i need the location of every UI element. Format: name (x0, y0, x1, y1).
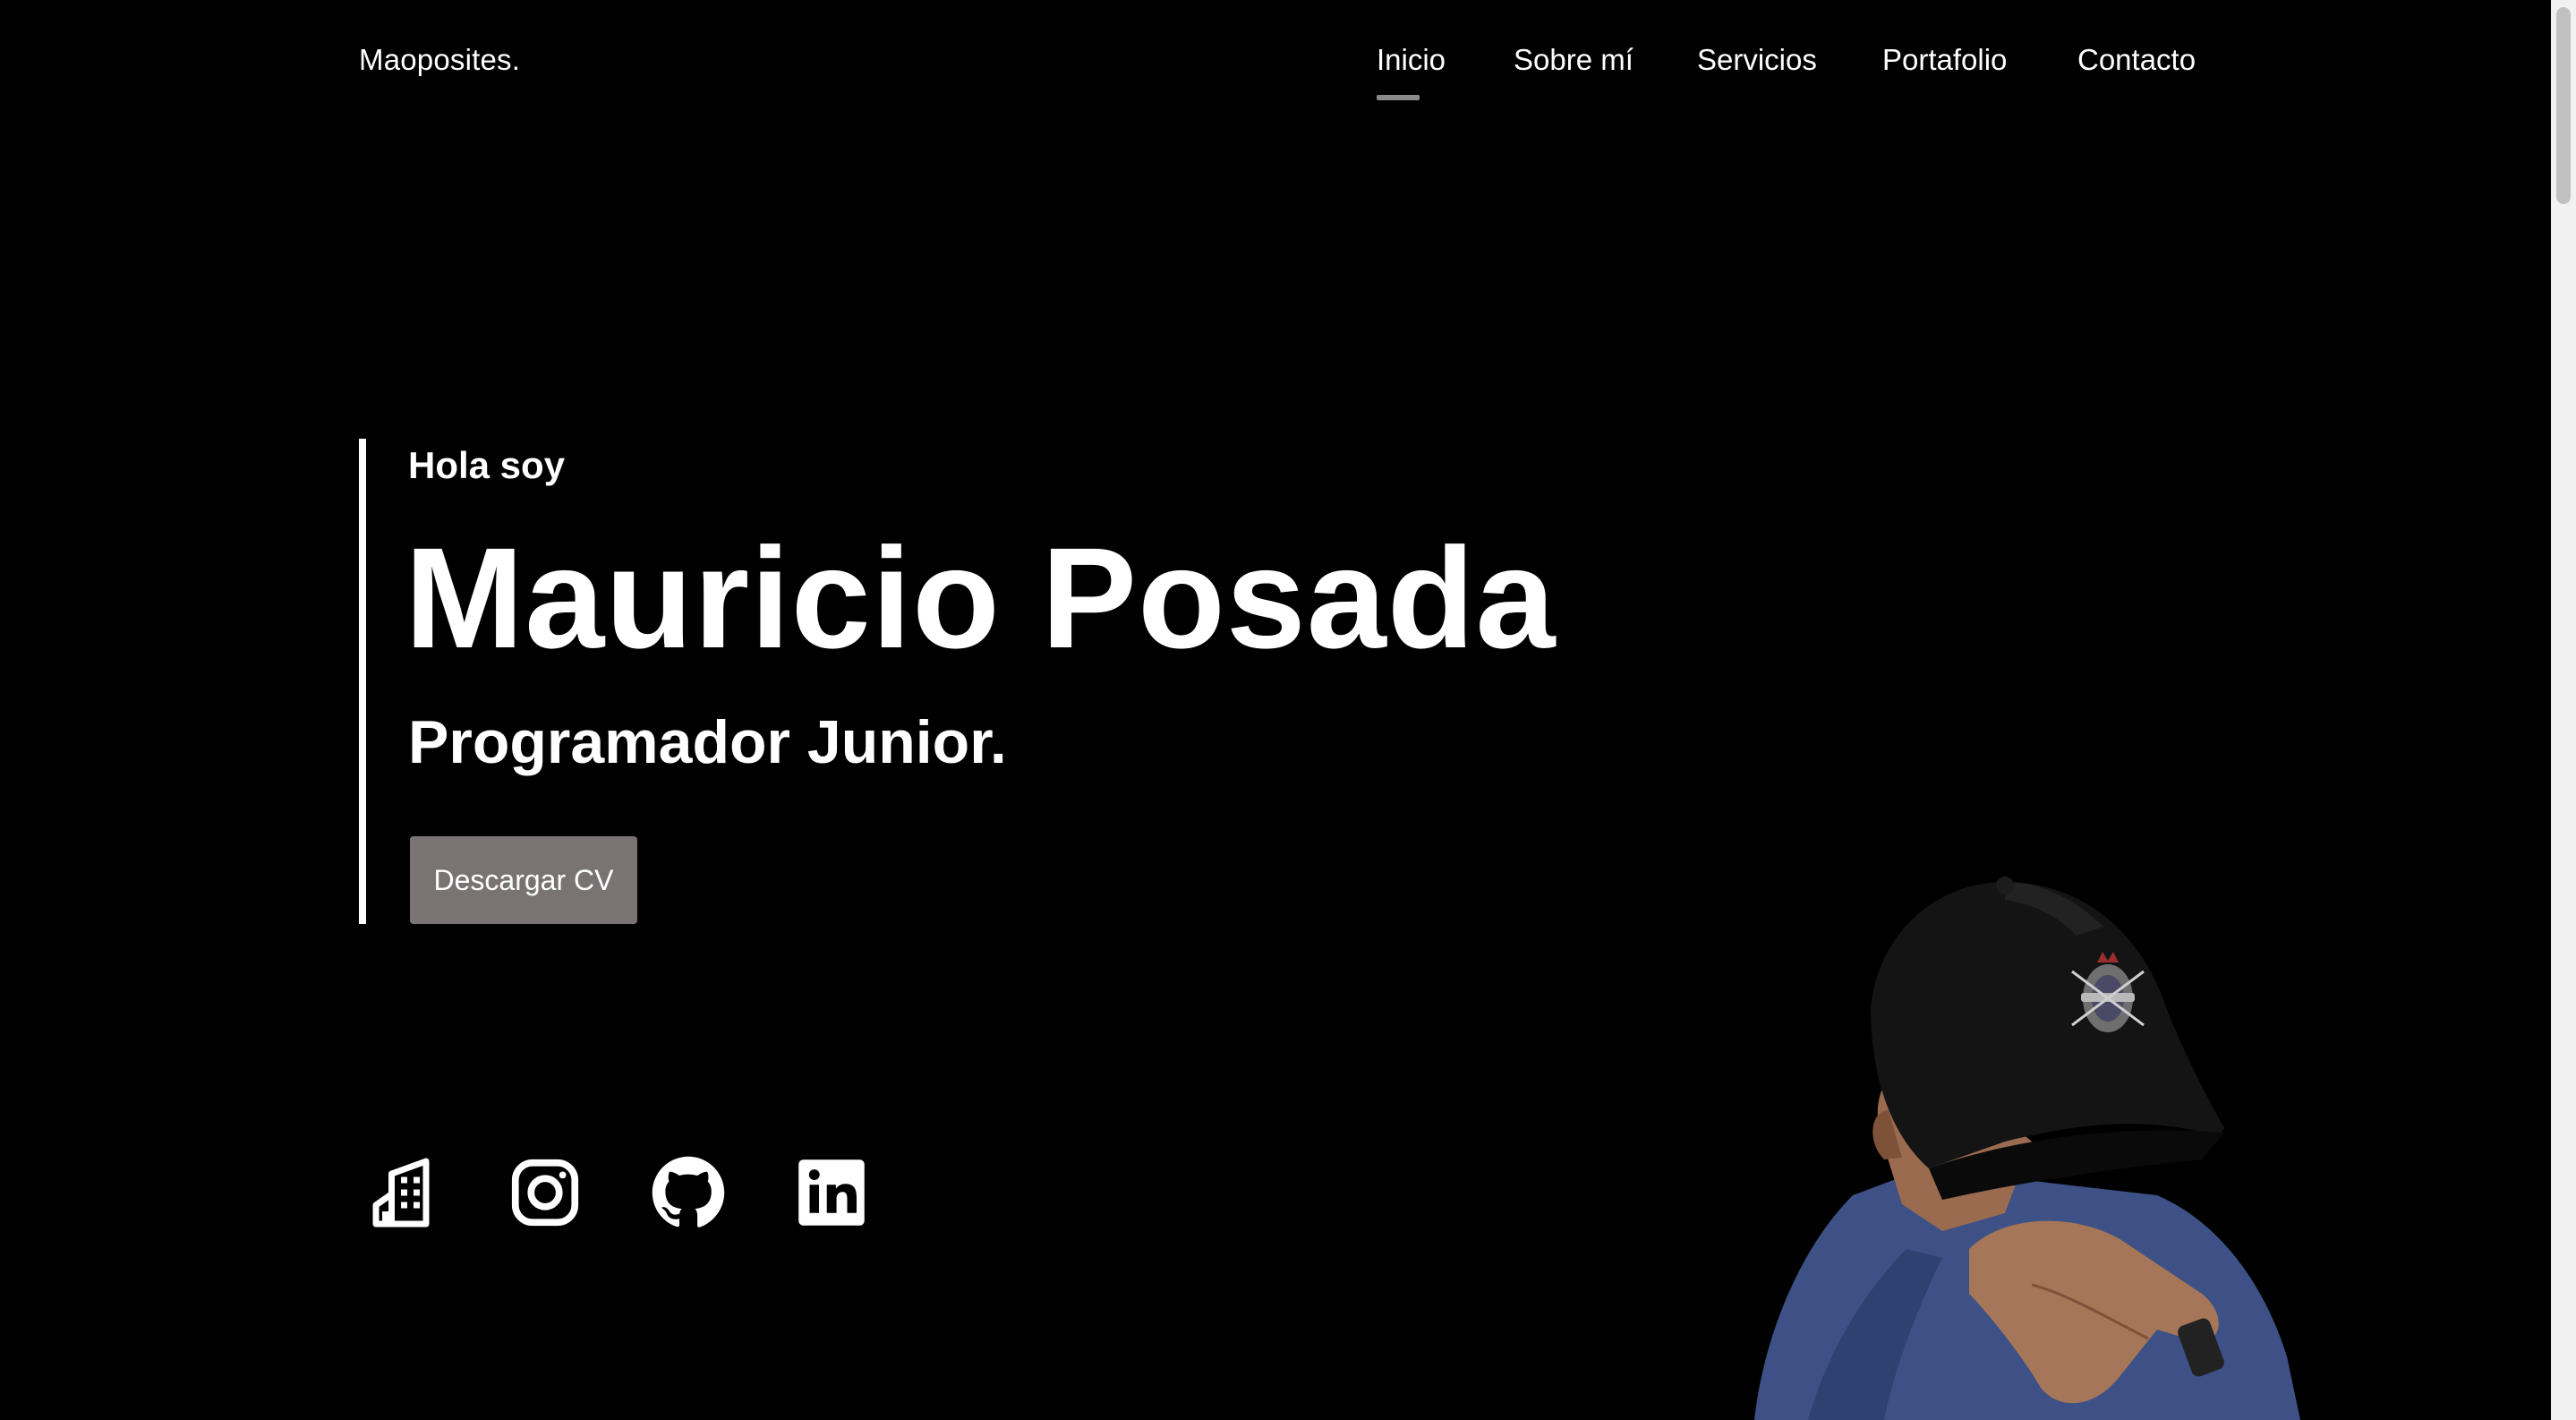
linkedin-icon[interactable] (794, 1155, 869, 1230)
scrollbar-thumb[interactable] (2556, 7, 2571, 204)
download-cv-button[interactable]: Descargar CV (410, 836, 637, 924)
hero-name: Mauricio Posada (405, 518, 1557, 678)
nav-portafolio[interactable]: Portafolio (1882, 43, 2007, 77)
nav-sobre-mi[interactable]: Sobre mí (1514, 43, 1633, 77)
nav-inicio[interactable]: Inicio (1377, 43, 1446, 100)
hero-greeting: Hola soy (408, 444, 566, 486)
instagram-icon[interactable] (508, 1155, 583, 1230)
hero-role: Programador Junior. (408, 708, 1007, 776)
profile-portrait (1754, 877, 2300, 1420)
page-scrollbar[interactable] (2551, 0, 2576, 1420)
main-nav: Inicio Sobre mí Servicios Portafolio Con… (0, 43, 2576, 106)
nav-servicios[interactable]: Servicios (1697, 43, 1817, 77)
nav-contacto[interactable]: Contacto (2077, 43, 2196, 77)
page: Maoposites. Inicio Sobre mí Servicios Po… (0, 0, 2576, 1420)
hero-accent-bar (359, 439, 366, 924)
github-icon[interactable] (651, 1155, 726, 1230)
building-icon[interactable] (363, 1155, 439, 1230)
